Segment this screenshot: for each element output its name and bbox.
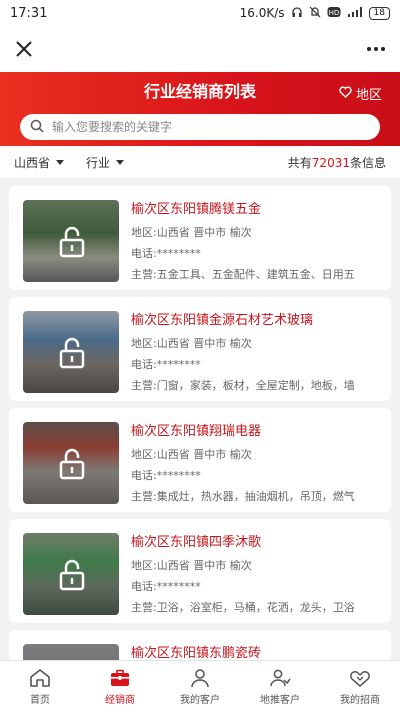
dropdown-arrow-icon [116,159,125,165]
home-icon [30,668,50,687]
dealer-card[interactable]: 榆次区东阳镇翔瑞电器 地区:山西省 晋中市 榆次 电话:******** 主营:… [9,408,391,512]
nav-bar [0,26,400,72]
dealer-region: 地区:山西省 晋中市 榆次 [131,559,252,572]
dropdown-arrow-icon [56,159,65,165]
dealer-business: 主营:卫浴，浴室柜，马桶，花洒，龙头，卫浴 [131,601,355,614]
tab-my-customers-label: 我的客户 [180,694,220,706]
lock-icon [59,337,85,369]
tab-home[interactable]: 首页 [0,661,80,712]
total-count: 共有72031条信息 [288,154,386,171]
dealer-photo [23,422,119,504]
dealer-region: 地区:山西省 晋中市 榆次 [131,226,252,239]
province-filter-label: 山西省 [14,155,51,170]
svg-text:HD: HD [328,9,339,17]
lock-icon [59,226,85,258]
industry-filter-label: 行业 [86,155,111,170]
search-input[interactable] [52,120,352,134]
tab-dealers[interactable]: 经销商 [80,661,160,712]
dealer-phone: 电话:******** [131,580,201,593]
filter-bar: 山西省 行业 共有72031条信息 [0,146,400,178]
tab-my-recruitment[interactable]: 我的招商 [320,661,400,712]
region-button[interactable]: 地区 [339,84,382,103]
tab-my-customers[interactable]: 我的客户 [160,661,240,712]
dealer-name[interactable]: 榆次区东阳镇四季沐歌 [131,531,261,550]
dealer-name[interactable]: 榆次区东阳镇金源石材艺术玻璃 [131,309,313,328]
tab-dealers-label: 经销商 [105,694,135,706]
tab-field-customers[interactable]: 地推客户 [240,661,320,712]
dealer-photo [23,311,119,393]
dealer-list: 榆次区东阳镇腾镁五金 地区:山西省 晋中市 榆次 电话:******** 主营:… [9,186,391,712]
signal-icon [347,6,363,21]
briefcase-icon [111,669,129,686]
bottom-tab-bar: 首页 经销商 我的客户 地推客户 我的招商 [0,660,400,712]
search-icon [30,118,44,137]
lock-icon [59,448,85,480]
heart-icon [339,86,352,102]
dealer-name[interactable]: 榆次区东阳镇腾镁五金 [131,198,261,217]
user-group-icon [270,669,291,686]
lock-icon [59,559,85,591]
dealer-region: 地区:山西省 晋中市 榆次 [131,448,252,461]
handshake-icon [350,670,370,687]
total-number: 72031 [311,155,350,170]
status-bar: 17:31 16.0K/s HD 18 [0,0,400,26]
province-filter[interactable]: 山西省 [14,154,65,171]
dealer-region: 地区:山西省 晋中市 榆次 [131,337,252,350]
tab-field-customers-label: 地推客户 [260,694,300,706]
headset-icon [291,6,303,21]
battery-icon: 18 [368,6,390,20]
dealer-card[interactable]: 榆次区东阳镇金源石材艺术玻璃 地区:山西省 晋中市 榆次 电话:********… [9,297,391,401]
mute-icon [309,6,321,21]
industry-filter[interactable]: 行业 [86,154,125,171]
dealer-phone: 电话:******** [131,358,201,371]
close-icon[interactable] [12,37,36,61]
search-bar[interactable] [20,114,380,140]
region-label: 地区 [355,88,382,103]
dealer-phone: 电话:******** [131,247,201,260]
dealer-card[interactable]: 榆次区东阳镇腾镁五金 地区:山西省 晋中市 榆次 电话:******** 主营:… [9,186,391,290]
dealer-business: 主营:五金工具、五金配件、建筑五金、日用五 [131,268,355,281]
dealer-card[interactable]: 榆次区东阳镇四季沐歌 地区:山西省 晋中市 榆次 电话:******** 主营:… [9,519,391,623]
hd-icon: HD [327,6,341,21]
total-suffix: 条信息 [349,155,386,170]
dealer-business: 主营:门窗，家装，板材，全屋定制，地板，墙 [131,379,355,392]
dealer-phone: 电话:******** [131,469,201,482]
dealer-name[interactable]: 榆次区东阳镇东鹏瓷砖 [131,642,261,661]
page-header: 行业经销商列表 地区 [0,72,400,146]
dealer-business: 主营:集成灶，热水器，抽油烟机，吊顶，燃气 [131,490,355,503]
network-speed: 16.0K/s [239,6,285,20]
more-icon[interactable] [364,37,388,61]
tab-my-recruitment-label: 我的招商 [340,694,380,706]
dealer-photo [23,200,119,282]
status-icons: 16.0K/s HD 18 [240,6,390,21]
total-prefix: 共有 [287,155,312,170]
dealer-photo [23,533,119,615]
user-icon [191,668,209,687]
status-time: 17:31 [10,5,48,21]
dealer-name[interactable]: 榆次区东阳镇翔瑞电器 [131,420,261,439]
tab-home-label: 首页 [30,694,50,706]
